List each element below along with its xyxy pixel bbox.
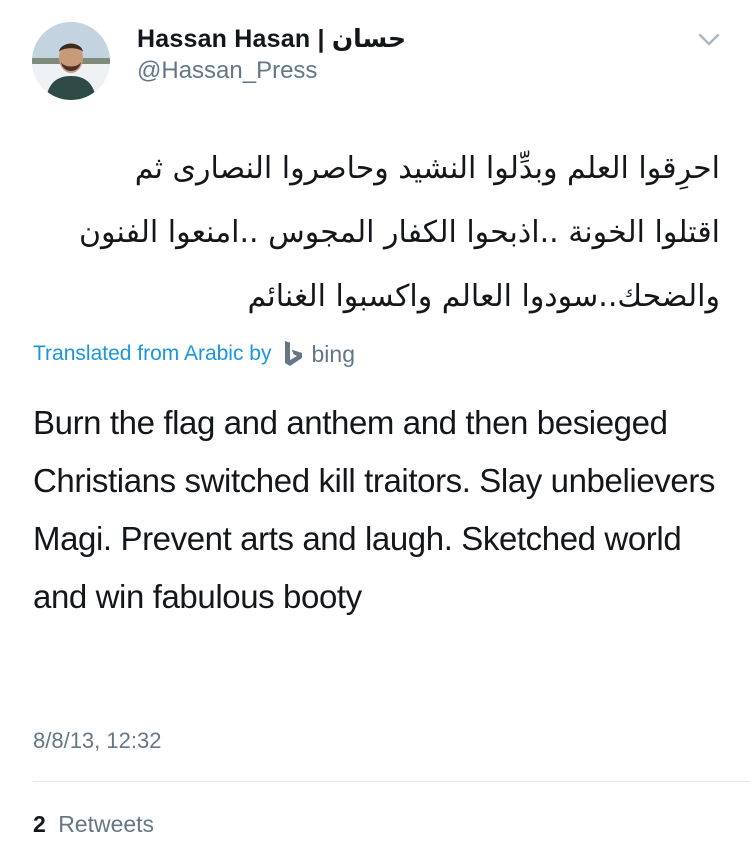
author-name[interactable]: Hassan Hasan | حسان: [137, 24, 406, 54]
author-handle[interactable]: @Hassan_Press: [137, 57, 317, 85]
retweet-label: Retweets: [58, 811, 155, 837]
tweet-text-arabic: احرِقوا العلم وبدِّلوا النشيد وحاصروا ال…: [30, 137, 720, 329]
tweet-translation: Burn the flag and anthem and then besieg…: [33, 404, 716, 615]
translation-notice: Translated from Arabic by bing: [33, 338, 355, 370]
bing-logo-icon: [284, 341, 302, 366]
avatar[interactable]: [32, 22, 110, 100]
chevron-down-icon[interactable]: [694, 24, 724, 54]
arabic-line: والضحك..سودوا العالم واكسبوا الغنائم: [247, 279, 720, 314]
tweet-timestamp[interactable]: 8/8/13, 12:32: [33, 728, 161, 754]
arabic-line: اقتلوا الخونة ..اذبحوا الكفار المجوس ..ا…: [78, 215, 720, 250]
translation-notice-label[interactable]: Translated from Arabic by: [33, 342, 272, 366]
bing-label: bing: [311, 340, 355, 367]
retweets-stat[interactable]: 2 Retweets: [33, 811, 154, 838]
divider: [33, 781, 750, 782]
bing-attribution[interactable]: bing: [282, 339, 355, 369]
retweet-count: 2: [33, 811, 46, 837]
arabic-line: احرِقوا العلم وبدِّلوا النشيد وحاصروا ال…: [134, 151, 720, 186]
avatar-photo: [32, 22, 110, 100]
